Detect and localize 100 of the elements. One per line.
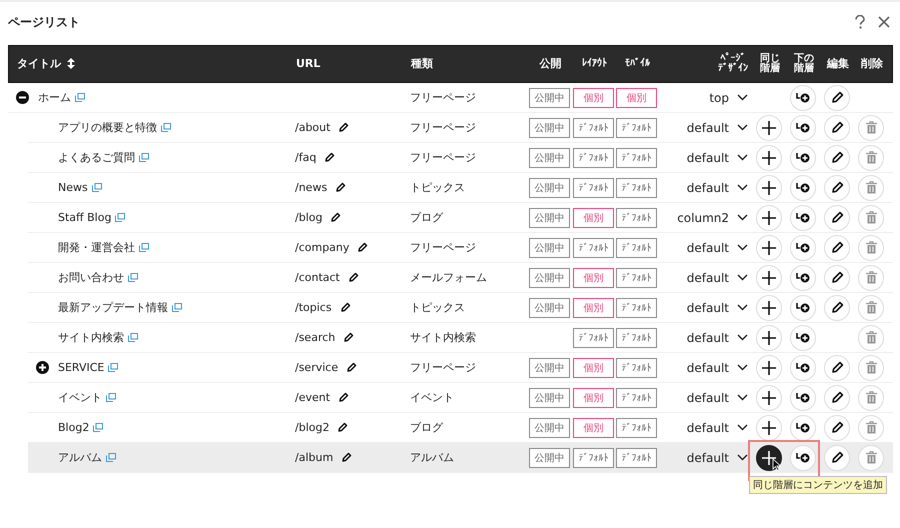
- layout-badge[interactable]: ﾃﾞﾌｫﾙﾄ: [573, 148, 614, 168]
- external-link-icon[interactable]: [92, 183, 102, 192]
- mobile-badge[interactable]: ﾃﾞﾌｫﾙﾄ: [616, 268, 657, 288]
- delete-button[interactable]: [858, 234, 884, 260]
- table-row[interactable]: お問い合わせ /contact メールフォーム 公開中 個別 ﾃﾞﾌｫﾙﾄ default: [28, 263, 893, 293]
- table-row[interactable]: アプリの概要と特徴 /about フリーページ 公開中 ﾃﾞﾌｫﾙﾄ ﾃﾞﾌｫﾙﾄ default: [28, 113, 893, 143]
- delete-button[interactable]: [858, 174, 884, 200]
- design-select[interactable]: default: [686, 390, 748, 404]
- public-status-badge[interactable]: 公開中: [529, 238, 570, 258]
- add-child-button[interactable]: [790, 174, 816, 200]
- pencil-icon[interactable]: [341, 452, 352, 463]
- layout-badge[interactable]: ﾃﾞﾌｫﾙﾄ: [573, 178, 614, 198]
- close-icon[interactable]: [878, 16, 890, 28]
- page-title[interactable]: 開発・運営会社: [58, 240, 135, 255]
- delete-button[interactable]: [858, 324, 884, 350]
- layout-badge[interactable]: 個別: [573, 268, 614, 288]
- edit-button[interactable]: [824, 174, 850, 200]
- external-link-icon[interactable]: [115, 213, 126, 222]
- layout-badge[interactable]: 個別: [573, 298, 614, 318]
- pencil-icon[interactable]: [343, 332, 354, 343]
- mobile-badge[interactable]: ﾃﾞﾌｫﾙﾄ: [616, 238, 657, 258]
- mobile-badge[interactable]: ﾃﾞﾌｫﾙﾄ: [616, 118, 657, 138]
- layout-badge[interactable]: 個別: [573, 208, 614, 228]
- external-link-icon[interactable]: [108, 363, 118, 372]
- public-status-badge[interactable]: 公開中: [529, 298, 570, 318]
- delete-button[interactable]: [858, 444, 884, 470]
- public-status-badge[interactable]: 公開中: [529, 178, 570, 198]
- edit-button[interactable]: [824, 144, 850, 170]
- page-title[interactable]: 最新アップデート情報: [58, 300, 168, 315]
- mobile-badge[interactable]: ﾃﾞﾌｫﾙﾄ: [616, 388, 657, 408]
- public-status-badge[interactable]: 公開中: [529, 418, 570, 438]
- pencil-icon[interactable]: [324, 152, 336, 163]
- mobile-badge[interactable]: ﾃﾞﾌｫﾙﾄ: [616, 178, 657, 198]
- public-status-badge[interactable]: 公開中: [529, 268, 570, 288]
- delete-button[interactable]: [858, 294, 884, 320]
- edit-button[interactable]: [824, 384, 850, 410]
- public-status-badge[interactable]: 公開中: [529, 148, 570, 168]
- add-child-button[interactable]: [790, 324, 816, 350]
- external-link-icon[interactable]: [172, 303, 182, 312]
- public-status-badge[interactable]: 公開中: [529, 88, 570, 108]
- edit-button[interactable]: [824, 414, 850, 440]
- page-title[interactable]: イベント: [58, 390, 102, 405]
- delete-button[interactable]: [858, 414, 884, 440]
- delete-button[interactable]: [858, 204, 884, 230]
- mobile-badge[interactable]: ﾃﾞﾌｫﾙﾄ: [616, 148, 657, 168]
- design-select[interactable]: default: [686, 450, 748, 464]
- add-child-button[interactable]: [790, 114, 816, 140]
- mobile-badge[interactable]: 個別: [616, 88, 657, 108]
- public-status-badge[interactable]: 公開中: [529, 448, 570, 468]
- design-select[interactable]: column2: [677, 210, 748, 224]
- add-child-button[interactable]: [790, 354, 816, 380]
- public-status-badge[interactable]: 公開中: [529, 358, 570, 378]
- edit-button[interactable]: [824, 114, 850, 140]
- page-title[interactable]: News: [58, 181, 88, 194]
- design-select[interactable]: default: [686, 120, 748, 134]
- mobile-badge[interactable]: ﾃﾞﾌｫﾙﾄ: [616, 418, 657, 438]
- pencil-icon[interactable]: [330, 212, 342, 223]
- page-title[interactable]: SERVICE: [58, 361, 104, 374]
- add-child-button[interactable]: [790, 264, 816, 290]
- external-link-icon[interactable]: [93, 423, 104, 432]
- external-link-icon[interactable]: [106, 393, 116, 402]
- collapse-icon[interactable]: [16, 91, 29, 104]
- external-link-icon[interactable]: [128, 273, 138, 282]
- add-child-button[interactable]: [790, 444, 816, 470]
- add-child-button[interactable]: [790, 414, 816, 440]
- page-title[interactable]: Staff Blog: [58, 211, 112, 224]
- pencil-icon[interactable]: [346, 362, 358, 373]
- design-select[interactable]: default: [686, 300, 748, 314]
- add-child-button[interactable]: [790, 234, 816, 260]
- pencil-icon[interactable]: [340, 302, 351, 313]
- delete-button[interactable]: [858, 264, 884, 290]
- layout-badge[interactable]: ﾃﾞﾌｫﾙﾄ: [573, 238, 614, 258]
- table-row[interactable]: 開発・運営会社 /company フリーページ 公開中 ﾃﾞﾌｫﾙﾄ ﾃﾞﾌｫﾙﾄ default: [28, 233, 893, 263]
- external-link-icon[interactable]: [139, 153, 149, 162]
- mobile-badge[interactable]: ﾃﾞﾌｫﾙﾄ: [616, 358, 657, 378]
- layout-badge[interactable]: 個別: [573, 418, 614, 438]
- mobile-badge[interactable]: ﾃﾞﾌｫﾙﾄ: [616, 328, 657, 348]
- delete-button[interactable]: [858, 114, 884, 140]
- public-status-badge[interactable]: 公開中: [529, 208, 570, 228]
- help-icon[interactable]: [854, 15, 866, 29]
- design-select[interactable]: top: [709, 90, 748, 104]
- design-select[interactable]: default: [686, 360, 748, 374]
- mobile-badge[interactable]: ﾃﾞﾌｫﾙﾄ: [616, 208, 657, 228]
- layout-badge[interactable]: 個別: [573, 388, 614, 408]
- add-child-button[interactable]: [790, 294, 816, 320]
- external-link-icon[interactable]: [106, 453, 116, 462]
- layout-badge[interactable]: 個別: [573, 88, 614, 108]
- pencil-icon[interactable]: [335, 182, 346, 193]
- delete-button[interactable]: [858, 144, 884, 170]
- edit-button[interactable]: [824, 84, 850, 110]
- page-title[interactable]: アルバム: [58, 450, 102, 465]
- page-title[interactable]: サイト内検索: [58, 330, 124, 345]
- design-select[interactable]: default: [686, 240, 748, 254]
- design-select[interactable]: default: [686, 150, 748, 164]
- add-child-button[interactable]: [790, 384, 816, 410]
- table-row[interactable]: SERVICE /service フリーページ 公開中 個別 ﾃﾞﾌｫﾙﾄ default: [28, 353, 893, 383]
- public-status-badge[interactable]: 公開中: [529, 388, 570, 408]
- table-row[interactable]: よくあるご質問 /faq フリーページ 公開中 ﾃﾞﾌｫﾙﾄ ﾃﾞﾌｫﾙﾄ default: [28, 143, 893, 173]
- table-row[interactable]: 最新アップデート情報 /topics トピックス 公開中 個別 ﾃﾞﾌｫﾙﾄ default: [28, 293, 893, 323]
- table-row[interactable]: Staff Blog /blog ブログ 公開中 個別 ﾃﾞﾌｫﾙﾄ column2: [28, 203, 893, 233]
